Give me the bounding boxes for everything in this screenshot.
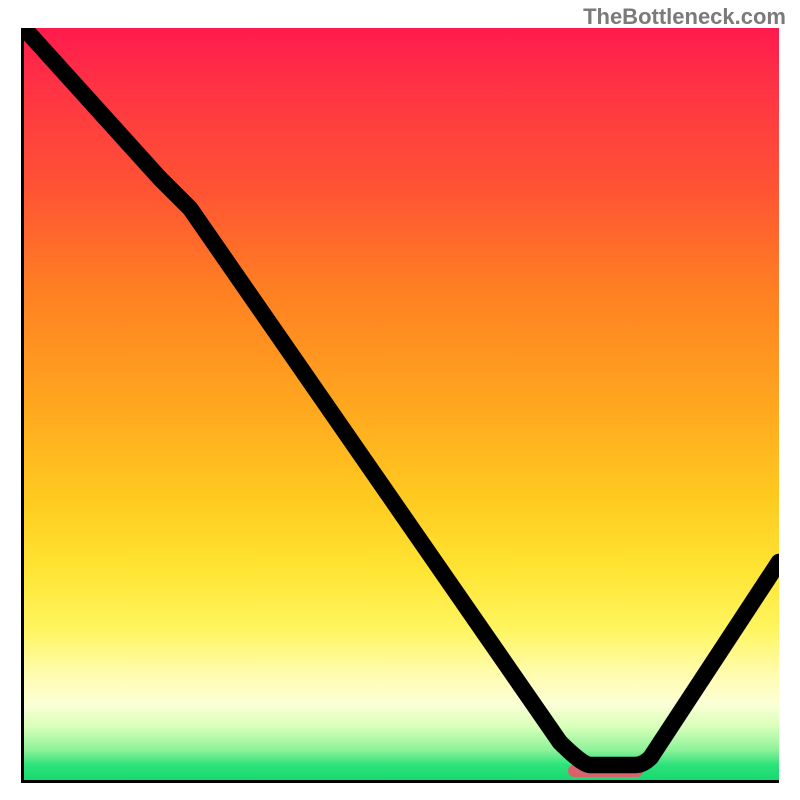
chart-plot-area — [24, 28, 779, 780]
watermark-text: TheBottleneck.com — [583, 4, 786, 30]
bottleneck-curve-path — [24, 28, 779, 765]
chart-curve-svg — [24, 28, 779, 780]
chart-frame — [21, 28, 779, 783]
